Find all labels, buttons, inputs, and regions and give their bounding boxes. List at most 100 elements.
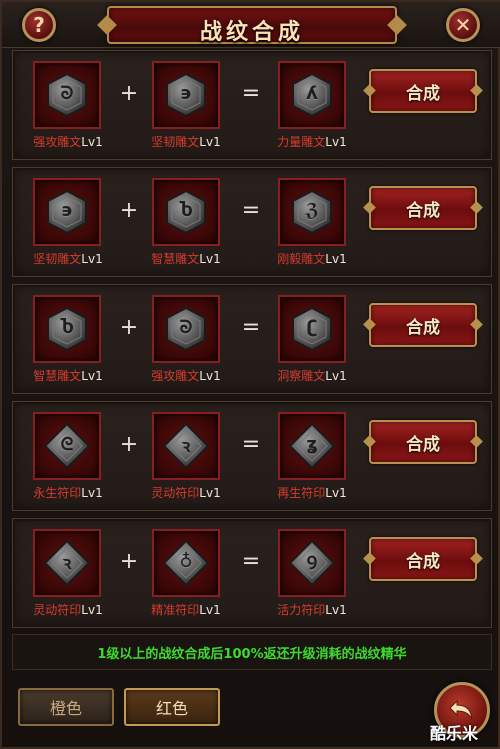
equals-sign: = — [241, 81, 261, 106]
item-name-label: 灵动符印Lv1 — [131, 484, 241, 501]
gem-glyph-icon: ϶ — [180, 83, 192, 104]
item-level: Lv1 — [325, 603, 347, 617]
item-name: 洞察雕文 — [277, 369, 326, 383]
ingredient-slot[interactable]: Ⴆ — [152, 178, 220, 246]
item-name-label: 活力符印Lv1 — [257, 601, 367, 618]
close-button[interactable]: ✕ — [446, 8, 480, 42]
rune-gem-icon: ♁ — [162, 539, 210, 587]
item-name: 智慧雕文 — [33, 369, 82, 383]
ingredient-slot[interactable]: ♁ — [152, 529, 220, 597]
item-level: Lv1 — [199, 486, 221, 500]
item-name: 坚韧雕文 — [151, 135, 200, 149]
compose-button[interactable]: 合成 — [369, 69, 477, 113]
title-plate: 战纹合成 — [107, 6, 397, 45]
plus-sign: + — [119, 81, 139, 106]
ingredient-slot[interactable]: ϶ — [152, 61, 220, 129]
rune-gem-icon: ꝛ — [162, 422, 210, 470]
glyph-gem-icon: ϶ — [44, 189, 90, 235]
ingredient-slot[interactable]: ᘐ — [152, 295, 220, 363]
item-name: 灵动符印 — [151, 486, 200, 500]
result-slot[interactable]: ʗ — [278, 295, 346, 363]
close-icon: ✕ — [454, 13, 472, 37]
plus-sign: + — [119, 432, 139, 457]
equals-sign: = — [241, 315, 261, 340]
header-bar: ? 战纹合成 ✕ — [2, 2, 500, 48]
item-name-label: 刚毅雕文Lv1 — [257, 250, 367, 267]
gem-glyph-icon: ♁ — [179, 551, 193, 572]
ingredient-slot[interactable]: ꝛ — [33, 529, 101, 597]
item-level: Lv1 — [199, 603, 221, 617]
result-slot[interactable]: Ꝯ — [278, 529, 346, 597]
item-name: 精准符印 — [151, 603, 200, 617]
item-name: 力量雕文 — [277, 135, 326, 149]
page-title: 战纹合成 — [199, 20, 304, 45]
glyph-gem-icon: Ⴆ — [44, 306, 90, 352]
compose-button[interactable]: 合成 — [369, 537, 477, 581]
ingredient-slot[interactable]: Ⴆ — [33, 295, 101, 363]
ingredient-slot[interactable]: ꝛ — [152, 412, 220, 480]
item-level: Lv1 — [81, 486, 103, 500]
compose-button[interactable]: 合成 — [369, 420, 477, 464]
item-level: Lv1 — [199, 135, 221, 149]
help-button[interactable]: ? — [22, 8, 56, 42]
plus-sign: + — [119, 198, 139, 223]
rune-gem-icon: ꝛ — [43, 539, 91, 587]
recipe-row: ꝛ 灵动符印Lv1 ♁ 精准符印Lv1 Ꝯ 活力符印Lv1 + = 合成 — [12, 518, 492, 628]
gem-glyph-icon: ᘐ — [60, 83, 74, 104]
glyph-gem-icon: Ⴆ — [163, 189, 209, 235]
dialog-frame: ? 战纹合成 ✕ ᘐ 强攻雕文Lv1 ϶ 坚韧雕文Lv1 ʎ 力量雕文Lv1 + = 合成 … — [0, 0, 500, 749]
item-level: Lv1 — [199, 369, 221, 383]
item-name-label: 坚韧雕文Lv1 — [13, 250, 123, 267]
item-level: Lv1 — [325, 135, 347, 149]
item-level: Lv1 — [199, 252, 221, 266]
item-name: 灵动符印 — [33, 603, 82, 617]
rune-gem-icon: Ꝯ — [288, 539, 336, 587]
glyph-gem-icon: ᘐ — [163, 306, 209, 352]
compose-button[interactable]: 合成 — [369, 303, 477, 347]
ingredient-slot[interactable]: ᘓ — [33, 412, 101, 480]
item-name-label: 再生符印Lv1 — [257, 484, 367, 501]
item-name-label: 洞察雕文Lv1 — [257, 367, 367, 384]
compose-button[interactable]: 合成 — [369, 186, 477, 230]
gem-glyph-icon: ᘐ — [179, 317, 193, 338]
plus-sign: + — [119, 315, 139, 340]
ingredient-slot[interactable]: ᘐ — [33, 61, 101, 129]
equals-sign: = — [241, 198, 261, 223]
item-name: 强攻雕文 — [33, 135, 82, 149]
item-level: Lv1 — [81, 135, 103, 149]
item-level: Lv1 — [81, 252, 103, 266]
tab-red[interactable]: 红色 — [124, 688, 220, 726]
glyph-gem-icon: ᘐ — [44, 72, 90, 118]
gem-glyph-icon: ℨ — [305, 200, 319, 221]
result-slot[interactable]: ʓ — [278, 412, 346, 480]
item-name: 刚毅雕文 — [277, 252, 326, 266]
watermark: 酷乐米 — [430, 724, 479, 743]
item-name: 坚韧雕文 — [33, 252, 82, 266]
ingredient-slot[interactable]: ϶ — [33, 178, 101, 246]
gem-glyph-icon: ᘓ — [60, 434, 74, 455]
recipe-row: ᘐ 强攻雕文Lv1 ϶ 坚韧雕文Lv1 ʎ 力量雕文Lv1 + = 合成 — [12, 50, 492, 160]
item-level: Lv1 — [325, 252, 347, 266]
glyph-gem-icon: ϶ — [163, 72, 209, 118]
item-name: 智慧雕文 — [151, 252, 200, 266]
gem-glyph-icon: ϶ — [61, 200, 73, 221]
gem-glyph-icon: ʗ — [306, 317, 318, 338]
gem-glyph-icon: ꝛ — [62, 553, 72, 574]
glyph-gem-icon: ℨ — [289, 189, 335, 235]
glyph-gem-icon: ʗ — [289, 306, 335, 352]
gem-glyph-icon: Ꝯ — [306, 553, 318, 574]
item-name-label: 智慧雕文Lv1 — [13, 367, 123, 384]
item-name-label: 灵动符印Lv1 — [13, 601, 123, 618]
plus-sign: + — [119, 549, 139, 574]
gem-glyph-icon: Ⴆ — [60, 317, 74, 338]
item-name-label: 永生符印Lv1 — [13, 484, 123, 501]
gem-glyph-icon: ʎ — [306, 83, 318, 104]
result-slot[interactable]: ℨ — [278, 178, 346, 246]
item-level: Lv1 — [81, 603, 103, 617]
item-name-label: 智慧雕文Lv1 — [131, 250, 241, 267]
item-name: 活力符印 — [277, 603, 326, 617]
item-level: Lv1 — [325, 369, 347, 383]
item-level: Lv1 — [325, 486, 347, 500]
result-slot[interactable]: ʎ — [278, 61, 346, 129]
tab-orange[interactable]: 橙色 — [18, 688, 114, 726]
